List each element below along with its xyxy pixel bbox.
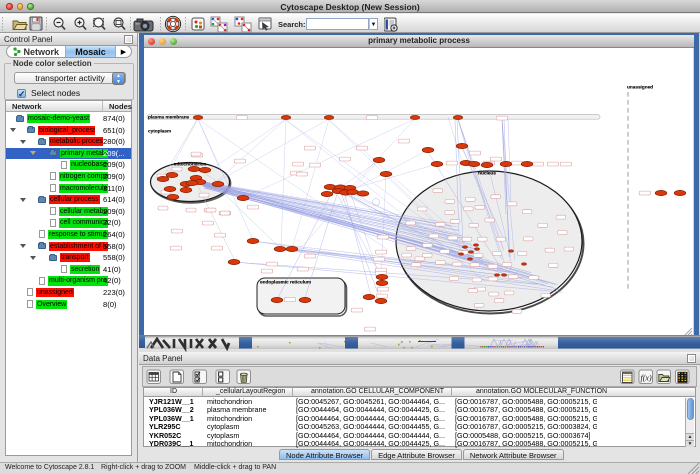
svg-text:unassigned: unassigned: [627, 85, 653, 90]
svg-text:f(x): f(x): [641, 374, 652, 383]
svg-text:cytoplasm: cytoplasm: [148, 129, 171, 134]
svg-text:plasma membrane: plasma membrane: [148, 115, 190, 120]
svg-text:nucleus: nucleus: [478, 170, 496, 175]
svg-text:endoplasmic reticulum: endoplasmic reticulum: [260, 280, 311, 285]
svg-text:mitochondrion: mitochondrion: [174, 162, 207, 167]
